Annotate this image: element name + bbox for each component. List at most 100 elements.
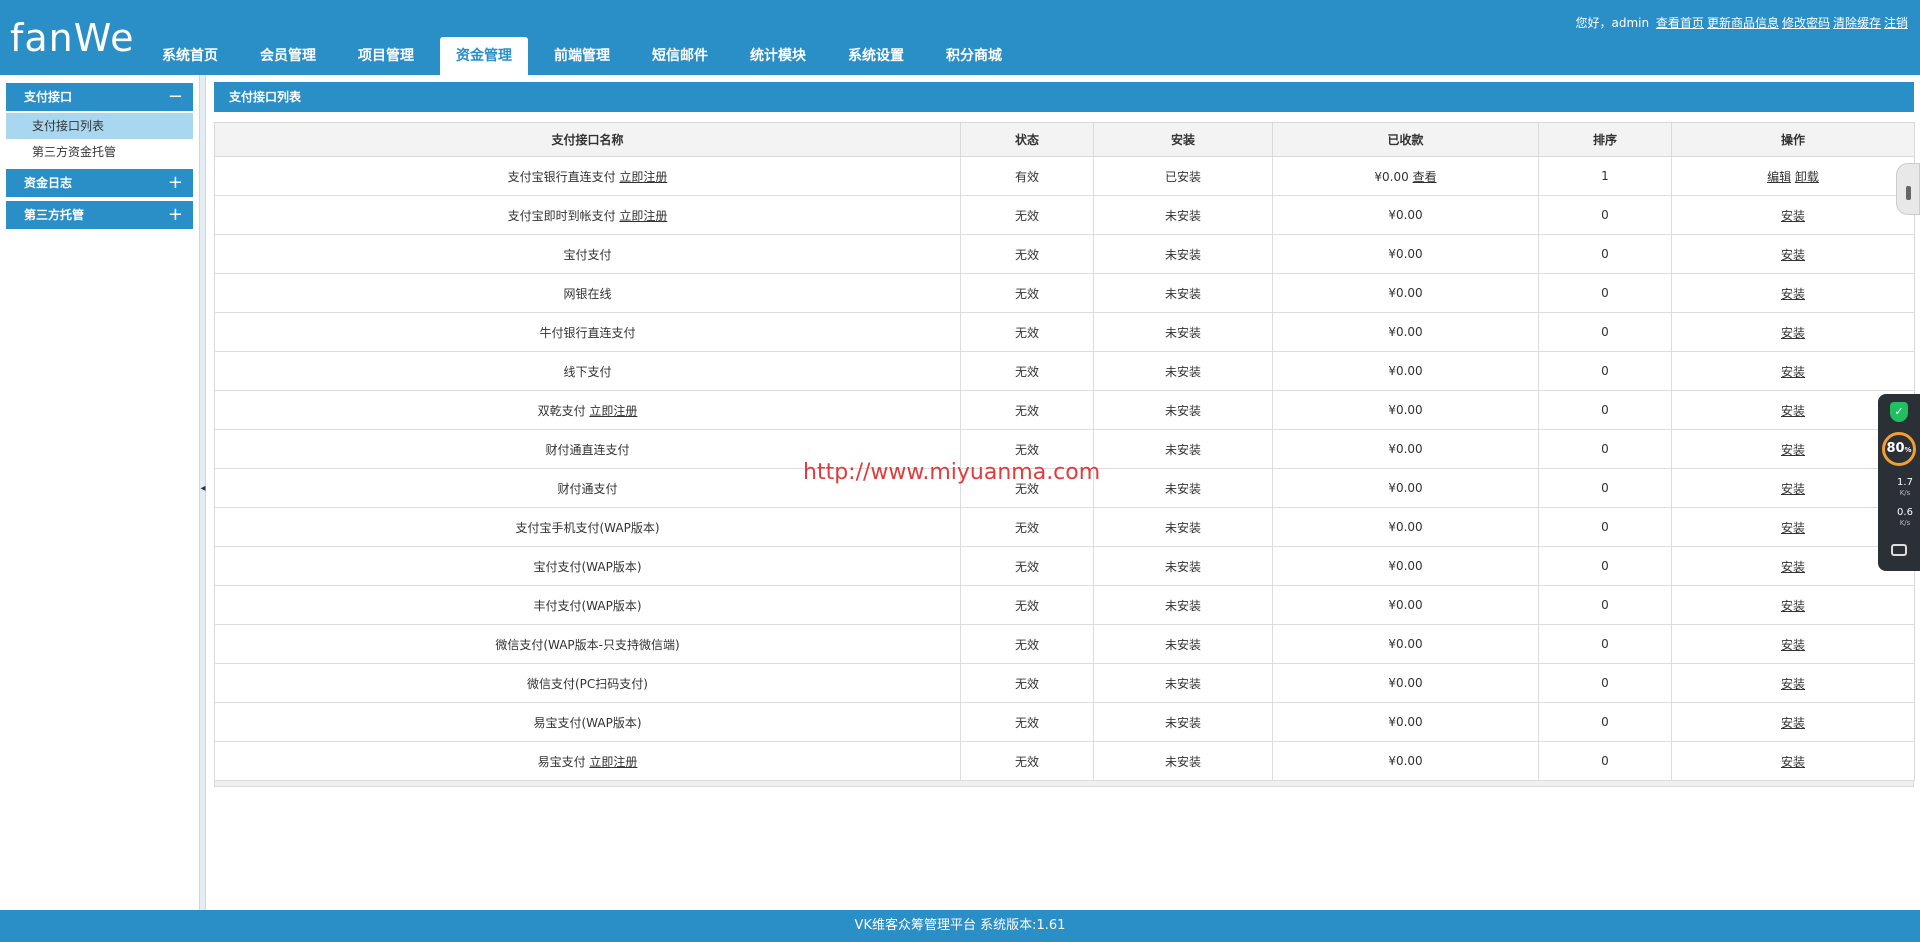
received-amount: ¥0.00 — [1388, 403, 1423, 417]
memory-usage-ring[interactable]: 80% — [1882, 432, 1916, 466]
top-link[interactable]: 修改密码 — [1782, 16, 1830, 30]
received-amount: ¥0.00 — [1388, 208, 1423, 222]
column-header: 已收款 — [1272, 122, 1539, 157]
action-link[interactable]: 安装 — [1781, 248, 1805, 262]
action-link[interactable]: 安装 — [1781, 287, 1805, 301]
cell-received: ¥0.00 — [1272, 468, 1539, 508]
action-link[interactable]: 卸载 — [1795, 170, 1819, 184]
action-link[interactable]: 安装 — [1781, 326, 1805, 340]
fanwe-logo[interactable]: fanWe — [10, 18, 134, 58]
info-side-tab[interactable] — [1896, 163, 1920, 215]
cell-install: 未安装 — [1093, 312, 1273, 352]
toggle-icon[interactable]: + — [168, 201, 183, 229]
nav-tab[interactable]: 项目管理 — [342, 37, 430, 75]
cell-actions: 编辑 卸载 — [1671, 156, 1915, 196]
camera-icon[interactable] — [1891, 544, 1907, 556]
register-link[interactable]: 立即注册 — [589, 755, 637, 769]
cell-actions: 安装 — [1671, 195, 1915, 235]
nav-tab[interactable]: 积分商城 — [930, 37, 1018, 75]
cell-name: 宝付支付(WAP版本) — [214, 546, 961, 586]
cell-name: 微信支付(PC扫码支付) — [214, 663, 961, 703]
nav-tab[interactable]: 系统首页 — [146, 37, 234, 75]
action-link[interactable]: 安装 — [1781, 209, 1805, 223]
received-amount: ¥0.00 — [1388, 442, 1423, 456]
sidebar-group-header[interactable]: 第三方托管 + — [6, 201, 193, 229]
top-links: 您好，admin 查看首页 更新商品信息 修改密码 清除缓存 注销 — [1575, 14, 1908, 31]
cell-received: ¥0.00 — [1272, 507, 1539, 547]
cell-received: ¥0.00 — [1272, 390, 1539, 430]
view-link[interactable]: 查看 — [1413, 170, 1437, 184]
cell-sort: 0 — [1538, 429, 1672, 469]
interface-name: 财付通支付 — [557, 481, 618, 496]
cell-status: 无效 — [960, 195, 1094, 235]
footer-version: VK维客众筹管理平台 系统版本:1.61 — [0, 910, 1920, 942]
action-link[interactable]: 安装 — [1781, 638, 1805, 652]
sidebar-group-title: 第三方托管 — [24, 208, 85, 222]
top-link[interactable]: 清除缓存 — [1833, 16, 1881, 30]
table-row: 双乾支付 立即注册 无效 未安装 ¥0.00 0 安装 — [214, 390, 1915, 430]
action-link[interactable]: 编辑 — [1767, 170, 1791, 184]
column-header: 操作 — [1671, 122, 1915, 157]
cell-status: 无效 — [960, 663, 1094, 703]
table-row: 支付宝即时到帐支付 立即注册 无效 未安装 ¥0.00 0 安装 — [214, 195, 1915, 235]
action-link[interactable]: 安装 — [1781, 755, 1805, 769]
sidebar-group-header[interactable]: 资金日志 + — [6, 169, 193, 197]
nav-tab[interactable]: 前端管理 — [538, 37, 626, 75]
action-link[interactable]: 安装 — [1781, 521, 1805, 535]
memory-percent: 80 — [1886, 441, 1905, 456]
upload-speed: 1.7 K/s — [1892, 478, 1918, 498]
action-link[interactable]: 安装 — [1781, 599, 1805, 613]
cell-sort: 0 — [1538, 546, 1672, 586]
sidebar-item[interactable]: 第三方资金托管 — [6, 139, 193, 165]
cell-sort: 0 — [1538, 741, 1672, 781]
cell-status: 无效 — [960, 390, 1094, 430]
action-link[interactable]: 安装 — [1781, 560, 1805, 574]
received-amount: ¥0.00 — [1388, 364, 1423, 378]
cell-name: 网银在线 — [214, 273, 961, 313]
register-link[interactable]: 立即注册 — [619, 209, 667, 223]
toggle-icon[interactable]: − — [168, 83, 183, 111]
toggle-icon[interactable]: + — [168, 169, 183, 197]
column-header: 排序 — [1538, 122, 1672, 157]
cell-install: 未安装 — [1093, 234, 1273, 274]
cell-status: 无效 — [960, 273, 1094, 313]
table-row: 易宝支付 立即注册 无效 未安装 ¥0.00 0 安装 — [214, 741, 1915, 781]
top-link[interactable]: 更新商品信息 — [1707, 16, 1779, 30]
table-row: 微信支付(WAP版本-只支持微信端) 无效 未安装 ¥0.00 0 安装 — [214, 624, 1915, 664]
action-link[interactable]: 安装 — [1781, 677, 1805, 691]
nav-tab[interactable]: 系统设置 — [832, 37, 920, 75]
nav-tab[interactable]: 统计模块 — [734, 37, 822, 75]
received-amount: ¥0.00 — [1388, 676, 1423, 690]
system-monitor-widget[interactable]: ✓ 80% 1.7 K/s 0.6 K/s — [1878, 394, 1920, 571]
action-link[interactable]: 安装 — [1781, 443, 1805, 457]
top-link[interactable]: 查看首页 — [1656, 16, 1704, 30]
collapse-arrow-icon[interactable]: ◂ — [200, 475, 206, 503]
nav-tab[interactable]: 资金管理 — [440, 37, 528, 75]
shield-icon[interactable]: ✓ — [1890, 402, 1908, 422]
top-link[interactable]: 注销 — [1884, 16, 1908, 30]
register-link[interactable]: 立即注册 — [589, 404, 637, 418]
cell-status: 无效 — [960, 507, 1094, 547]
action-link[interactable]: 安装 — [1781, 404, 1805, 418]
action-link[interactable]: 安装 — [1781, 716, 1805, 730]
sidebar-item[interactable]: 支付接口列表 — [6, 113, 193, 139]
cell-install: 未安装 — [1093, 546, 1273, 586]
cell-received: ¥0.00 — [1272, 234, 1539, 274]
cell-sort: 0 — [1538, 663, 1672, 703]
table-row: 线下支付 无效 未安装 ¥0.00 0 安装 — [214, 351, 1915, 391]
register-link[interactable]: 立即注册 — [619, 170, 667, 184]
sidebar: 支付接口 − 支付接口列表 第三方资金托管 资金日志 + 第三方托管 + — [0, 75, 200, 910]
action-link[interactable]: 安装 — [1781, 482, 1805, 496]
cell-sort: 0 — [1538, 273, 1672, 313]
sidebar-group: 支付接口 − 支付接口列表 第三方资金托管 — [6, 83, 193, 165]
cell-install: 未安装 — [1093, 663, 1273, 703]
nav-tab[interactable]: 会员管理 — [244, 37, 332, 75]
sidebar-group-header[interactable]: 支付接口 − — [6, 83, 193, 111]
cell-actions: 安装 — [1671, 741, 1915, 781]
cell-actions: 安装 — [1671, 585, 1915, 625]
nav-tab[interactable]: 短信邮件 — [636, 37, 724, 75]
column-header: 安装 — [1093, 122, 1273, 157]
sidebar-splitter[interactable]: ◂ — [200, 75, 206, 910]
action-link[interactable]: 安装 — [1781, 365, 1805, 379]
cell-status: 有效 — [960, 156, 1094, 196]
